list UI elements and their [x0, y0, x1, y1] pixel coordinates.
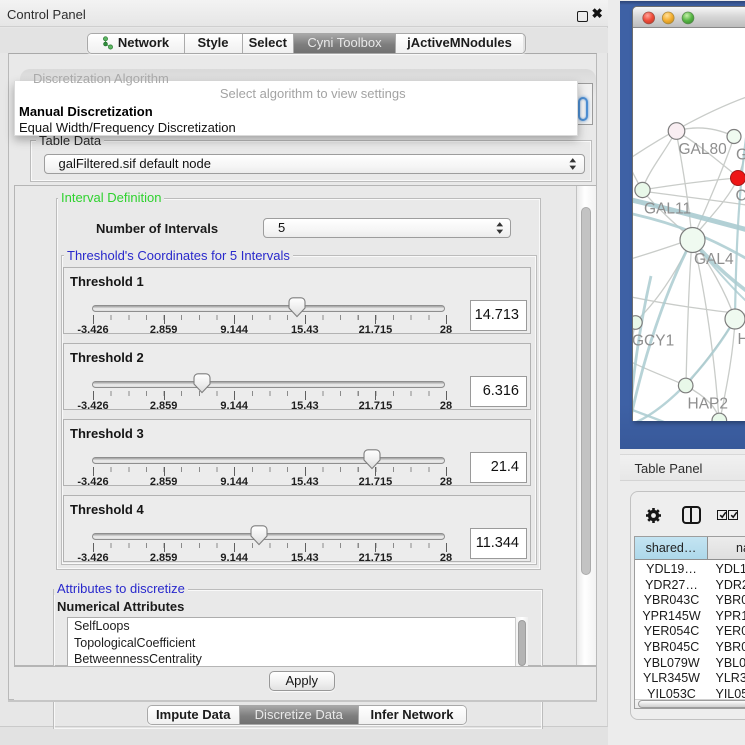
svg-text:CDC1: CDC1	[735, 188, 745, 205]
svg-text:GAL11: GAL11	[644, 201, 691, 218]
svg-text:GAL2: GAL2	[736, 147, 745, 164]
svg-text:HAP4: HAP4	[737, 331, 745, 348]
svg-text:GAL80: GAL80	[678, 141, 727, 158]
svg-text:GAL4: GAL4	[694, 251, 734, 268]
svg-text:HAP2: HAP2	[687, 396, 728, 413]
svg-text:GCY1: GCY1	[633, 333, 674, 350]
